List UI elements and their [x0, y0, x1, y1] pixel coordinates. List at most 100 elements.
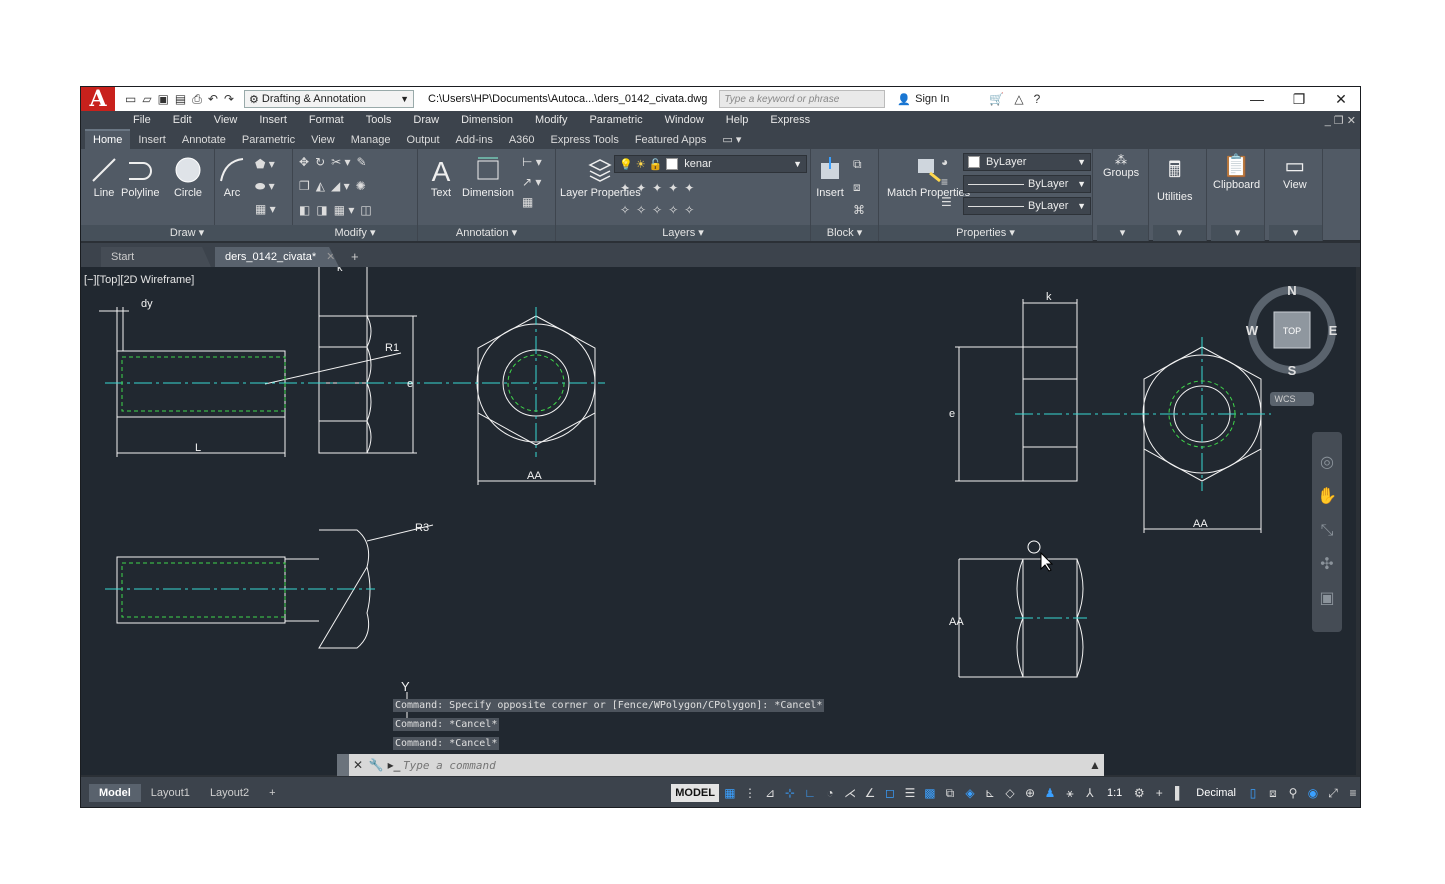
hatch-icon[interactable]: ▦ ▾	[255, 202, 276, 216]
utilities-tool[interactable]: 🖩 Utilities	[1157, 153, 1192, 203]
draw-panel-title[interactable]: Draw ▾	[81, 225, 293, 241]
help-icon[interactable]: ?	[1034, 92, 1041, 106]
menu-view[interactable]: View	[214, 114, 238, 126]
trim-icon[interactable]: ✂ ▾	[331, 155, 350, 169]
transparency-icon[interactable]: ▩	[921, 784, 939, 802]
wcs-menu[interactable]: WCS	[1275, 394, 1296, 404]
insert-block-tool[interactable]: Insert	[815, 155, 845, 199]
command-prompt-icon[interactable]: ▸_	[385, 758, 403, 772]
clipboard-expand[interactable]: ▾	[1211, 225, 1264, 241]
arc-tool[interactable]: Arc	[217, 155, 247, 199]
grid-icon[interactable]: ▦	[721, 784, 739, 802]
linetype-icon[interactable]: ≡	[941, 175, 952, 189]
layer-tool-1-icon[interactable]: ✦	[620, 181, 630, 195]
close-tab-icon[interactable]: ✕	[326, 251, 335, 263]
drawing-canvas[interactable]: [−][Top][2D Wireframe] dy k R1 e L AA R3…	[81, 267, 1356, 775]
groups-panel[interactable]: ⁂ Groups ▾	[1097, 149, 1149, 241]
tab-parametric[interactable]: Parametric	[234, 131, 303, 149]
new-icon[interactable]: ▭	[125, 92, 136, 107]
view-expand[interactable]: ▾	[1269, 225, 1322, 241]
groups-tool[interactable]: ⁂ Groups	[1103, 153, 1139, 179]
menu-draw[interactable]: Draw	[413, 114, 439, 126]
customization-menu-icon[interactable]: ≡	[1344, 784, 1360, 802]
minimize-button[interactable]: —	[1236, 91, 1278, 108]
drawing-tab[interactable]: ders_0142_civata* ✕	[215, 247, 339, 267]
array-icon[interactable]: ▦ ▾	[334, 203, 355, 217]
explode-icon[interactable]: ✺	[356, 179, 366, 193]
copy-icon[interactable]: ❐	[299, 179, 310, 193]
plus-icon[interactable]: +	[1150, 784, 1168, 802]
osnap-tracking-icon[interactable]: ∠	[861, 784, 879, 802]
model-space-button[interactable]: MODEL	[671, 784, 719, 802]
close-button[interactable]: ✕	[1320, 91, 1360, 108]
modify-panel-title[interactable]: Modify ▾	[293, 225, 417, 241]
infer-icon[interactable]: ⊿	[761, 784, 779, 802]
sign-in-button[interactable]: 👤 Sign In	[897, 93, 949, 106]
menu-modify[interactable]: Modify	[535, 114, 567, 126]
tab-a360[interactable]: A360	[501, 131, 543, 149]
offset-icon[interactable]: ◫	[360, 203, 371, 217]
layout2-tab[interactable]: Layout2	[200, 784, 259, 802]
ribbon-toggle-icon[interactable]: ▭ ▾	[714, 130, 749, 149]
tab-manage[interactable]: Manage	[343, 131, 399, 149]
osnap-icon[interactable]: ◻	[881, 784, 899, 802]
tab-express-tools[interactable]: Express Tools	[543, 131, 627, 149]
showmotion-icon[interactable]: ▣	[1312, 582, 1342, 616]
menu-help[interactable]: Help	[726, 114, 749, 126]
clean-screen-icon[interactable]: ⤢	[1324, 784, 1342, 802]
gizmo-icon[interactable]: ◇	[1001, 784, 1019, 802]
menu-insert[interactable]: Insert	[259, 114, 287, 126]
menu-tools[interactable]: Tools	[366, 114, 392, 126]
compass-n[interactable]: N	[1287, 283, 1296, 298]
wrench-icon[interactable]: 🔧	[367, 758, 385, 772]
model-tab[interactable]: Model	[89, 784, 141, 802]
properties-panel-title[interactable]: Properties ▾	[879, 225, 1092, 241]
edit-block-icon[interactable]: ⧈	[853, 180, 865, 195]
menu-edit[interactable]: Edit	[173, 114, 192, 126]
tab-home[interactable]: Home	[85, 129, 131, 149]
command-line-grip[interactable]	[337, 754, 349, 776]
orbit-icon[interactable]: ✣	[1312, 548, 1342, 582]
open-icon[interactable]: ▱	[142, 92, 151, 107]
layer-tool-2-icon[interactable]: ✦	[636, 181, 646, 195]
save-as-icon[interactable]: ▤	[175, 92, 186, 107]
cart-icon[interactable]: 🛒	[989, 92, 1004, 106]
compass-w[interactable]: W	[1246, 323, 1259, 338]
pan-icon[interactable]: ✋	[1312, 480, 1342, 514]
start-tab[interactable]: Start	[101, 247, 211, 267]
mdi-controls[interactable]: _ ❐ ✕	[1325, 114, 1356, 127]
rotate-icon[interactable]: ↻	[315, 155, 325, 169]
viewcube[interactable]: TOP N S E W WCS	[1246, 283, 1338, 406]
search-input[interactable]: Type a keyword or phrase	[719, 90, 886, 108]
annotation-scale-select[interactable]: 1:1	[1101, 787, 1128, 799]
ortho-icon[interactable]: ∟	[801, 784, 819, 802]
annotation-panel-title[interactable]: Annotation ▾	[418, 225, 555, 241]
plot-icon[interactable]: ⎙	[192, 92, 202, 107]
menu-format[interactable]: Format	[309, 114, 344, 126]
tab-annotate[interactable]: Annotate	[174, 131, 234, 149]
zoom-icon[interactable]: ⤡	[1312, 514, 1342, 548]
table-icon[interactable]: ▦	[522, 195, 542, 209]
save-icon[interactable]: ▣	[158, 92, 169, 107]
layer-tool-6-icon[interactable]: ✧	[620, 203, 630, 217]
isodraft-icon[interactable]: ⋌	[841, 784, 859, 802]
tab-featured-apps[interactable]: Featured Apps	[627, 131, 715, 149]
layout1-tab[interactable]: Layout1	[141, 784, 200, 802]
polyline-tool[interactable]: Polyline	[121, 155, 160, 199]
view-panel[interactable]: ▭ View ▾	[1269, 149, 1323, 241]
layer-tool-4-icon[interactable]: ✦	[668, 181, 678, 195]
compass-e[interactable]: E	[1329, 323, 1338, 338]
layers-panel-title[interactable]: Layers ▾	[556, 225, 810, 241]
clipboard-panel[interactable]: 📋 Clipboard ▾	[1211, 149, 1265, 241]
tab-output[interactable]: Output	[399, 131, 448, 149]
text-tool[interactable]: A Text	[426, 155, 456, 199]
stretch-icon[interactable]: ◧	[299, 203, 310, 217]
layer-tool-9-icon[interactable]: ✧	[668, 203, 678, 217]
annotation-scale-icon[interactable]: ⅄	[1081, 784, 1099, 802]
layer-tool-7-icon[interactable]: ✧	[636, 203, 646, 217]
isolate-objects-icon[interactable]: ⚲	[1284, 784, 1302, 802]
close-icon[interactable]: ✕	[349, 758, 367, 772]
circle-tool[interactable]: Circle	[173, 155, 203, 199]
menu-parametric[interactable]: Parametric	[589, 114, 642, 126]
layer-tool-3-icon[interactable]: ✦	[652, 181, 662, 195]
